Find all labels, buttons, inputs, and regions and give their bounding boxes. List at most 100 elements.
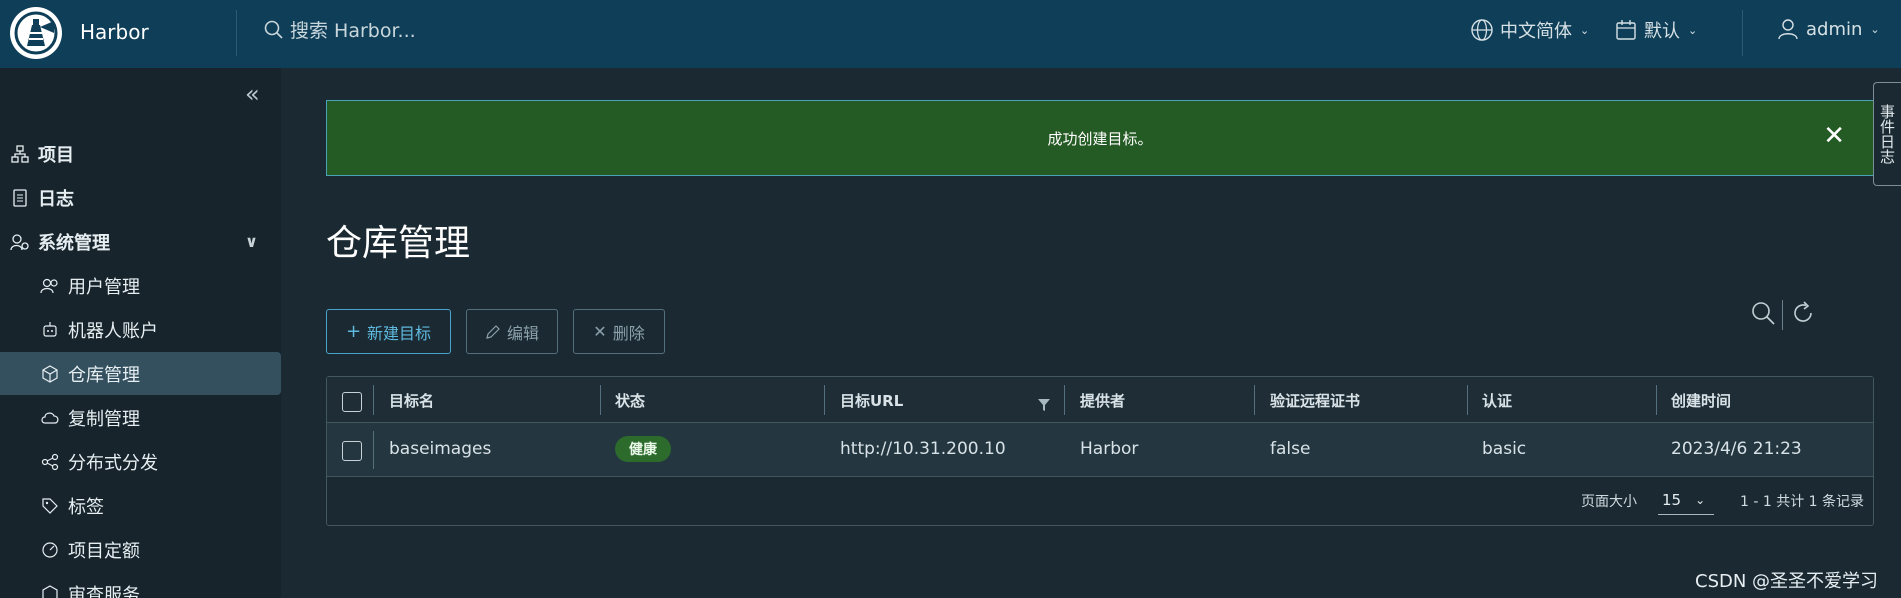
sidebar-item-label: 机器人账户	[68, 320, 158, 342]
column-separator	[824, 385, 825, 415]
users-icon	[40, 276, 60, 296]
cell-url: http://10.31.200.10	[840, 439, 1006, 459]
user-menu[interactable]: admin ⌄	[1776, 17, 1880, 41]
delete-label: 删除	[612, 323, 645, 343]
sidebar-item-label: 用户管理	[68, 276, 140, 298]
user-icon	[1778, 19, 1798, 40]
sidebar-item-logs[interactable]: 日志	[0, 176, 281, 219]
sidebar-item-label: 审查服务	[68, 584, 140, 598]
column-separator	[373, 385, 374, 415]
chevron-down-icon: ∨	[245, 232, 258, 251]
globe-icon	[1471, 19, 1493, 41]
column-header-name[interactable]: 目标名	[389, 390, 434, 411]
table-header: 目标名 状态 目标URL 提供者 验证远程证书 认证 创建时间	[327, 377, 1873, 423]
date-format-label: 默认	[1644, 21, 1680, 42]
page-size-select[interactable]: 15 ⌄	[1658, 485, 1714, 515]
tag-icon	[40, 496, 60, 516]
column-separator	[1254, 385, 1255, 415]
close-icon: ✕	[593, 322, 607, 341]
close-icon[interactable]: ✕	[1823, 123, 1845, 149]
sidebar-item-label: 日志	[38, 188, 74, 210]
chevron-down-icon: ⌄	[1688, 23, 1698, 37]
pencil-icon	[486, 324, 500, 339]
pagination-summary: 1 - 1 共计 1 条记录	[1740, 494, 1865, 510]
sidebar-item-robot-accounts[interactable]: 机器人账户	[0, 308, 281, 351]
table-footer: 页面大小 15 ⌄ 1 - 1 共计 1 条记录	[327, 477, 1873, 525]
search-placeholder: 搜索 Harbor...	[290, 20, 416, 42]
username: admin	[1806, 18, 1863, 40]
sidebar-item-labels[interactable]: 标签	[0, 484, 281, 527]
sidebar-item-projects[interactable]: 项目	[0, 132, 281, 175]
app-title[interactable]: Harbor	[80, 20, 149, 44]
row-checkbox[interactable]	[342, 441, 362, 461]
cell-verify-cert: false	[1270, 439, 1311, 459]
sidebar-item-replications[interactable]: 复制管理	[0, 396, 281, 439]
date-format-selector[interactable]: 默认 ⌄	[1614, 17, 1697, 43]
edit-label: 编辑	[506, 323, 539, 343]
chevron-down-icon: ⌄	[1870, 22, 1880, 36]
sidebar-item-administration[interactable]: 系统管理 ∨	[0, 220, 281, 263]
sidebar-item-users[interactable]: 用户管理	[0, 264, 281, 307]
top-header: Harbor 搜索 Harbor... 中文简体 ⌄ 默认 ⌄ admin ⌄	[0, 0, 1901, 68]
service-icon	[40, 584, 60, 598]
language-label: 中文简体	[1500, 21, 1572, 42]
cell-name: baseimages	[389, 439, 492, 459]
language-selector[interactable]: 中文简体 ⌄	[1470, 17, 1589, 43]
column-separator	[1467, 385, 1468, 415]
projects-icon	[10, 144, 30, 164]
endpoints-table: 目标名 状态 目标URL 提供者 验证远程证书 认证 创建时间 baseimag…	[326, 376, 1874, 526]
edit-button[interactable]: 编辑	[466, 309, 558, 354]
chevron-down-icon: ⌄	[1580, 23, 1590, 37]
sidebar-item-interrogation-services[interactable]: 审查服务	[0, 572, 281, 598]
page-size-label: 页面大小	[1581, 494, 1637, 510]
sidebar: « 项目 日志 系统管理 ∨ 用户管理 机器人账户 仓库管理 复制管理 分布式分…	[0, 68, 281, 598]
select-all-checkbox[interactable]	[342, 392, 362, 412]
sidebar-item-label: 项目	[38, 144, 74, 166]
table-row[interactable]: baseimages 健康 http://10.31.200.10 Harbor…	[327, 423, 1873, 477]
column-separator	[1656, 385, 1657, 415]
status-badge: 健康	[615, 436, 671, 462]
page-size-value: 15	[1662, 490, 1682, 509]
new-endpoint-button[interactable]: + 新建目标	[326, 309, 451, 354]
replication-icon	[40, 408, 60, 428]
sidebar-item-label: 仓库管理	[68, 364, 140, 386]
cell-auth: basic	[1482, 439, 1527, 459]
column-separator	[373, 431, 374, 469]
column-header-verify-cert[interactable]: 验证远程证书	[1270, 390, 1360, 411]
watermark-text: CSDN @圣圣不爱学习	[1695, 571, 1879, 592]
sidebar-item-quotas[interactable]: 项目定额	[0, 528, 281, 571]
registry-icon	[40, 364, 60, 384]
new-endpoint-label: 新建目标	[367, 323, 432, 343]
search-icon[interactable]	[1750, 300, 1776, 330]
collapse-sidebar-icon[interactable]: «	[245, 80, 260, 108]
column-header-url[interactable]: 目标URL	[840, 390, 903, 411]
column-separator	[600, 385, 601, 415]
event-log-tab[interactable]: 事件日志	[1873, 82, 1901, 186]
filter-icon[interactable]	[1037, 397, 1051, 416]
sidebar-item-distributions[interactable]: 分布式分发	[0, 440, 281, 483]
header-divider	[236, 10, 237, 56]
sidebar-item-label: 分布式分发	[68, 452, 158, 474]
cell-created: 2023/4/6 21:23	[1671, 439, 1802, 459]
success-alert: 成功创建目标。 ✕	[326, 100, 1874, 176]
column-header-status[interactable]: 状态	[615, 390, 645, 411]
chevron-down-icon: ⌄	[1695, 492, 1706, 507]
cell-provider: Harbor	[1080, 439, 1139, 459]
quota-icon	[40, 540, 60, 560]
refresh-icon[interactable]	[1791, 300, 1815, 330]
logs-icon	[10, 188, 30, 208]
header-divider	[1742, 10, 1743, 56]
sidebar-item-registries[interactable]: 仓库管理	[0, 352, 281, 395]
page-title: 仓库管理	[326, 223, 471, 264]
column-header-provider[interactable]: 提供者	[1080, 390, 1125, 411]
column-header-created[interactable]: 创建时间	[1671, 390, 1731, 411]
robot-icon	[40, 320, 60, 340]
global-search[interactable]: 搜索 Harbor...	[264, 16, 416, 43]
column-header-auth[interactable]: 认证	[1482, 390, 1512, 411]
delete-button[interactable]: ✕ 删除	[573, 309, 665, 354]
sidebar-item-label: 项目定额	[68, 540, 140, 562]
sidebar-item-label: 标签	[68, 496, 104, 518]
sidebar-item-label: 系统管理	[38, 232, 110, 254]
plus-icon: +	[345, 321, 362, 342]
harbor-logo-icon[interactable]	[10, 7, 62, 59]
